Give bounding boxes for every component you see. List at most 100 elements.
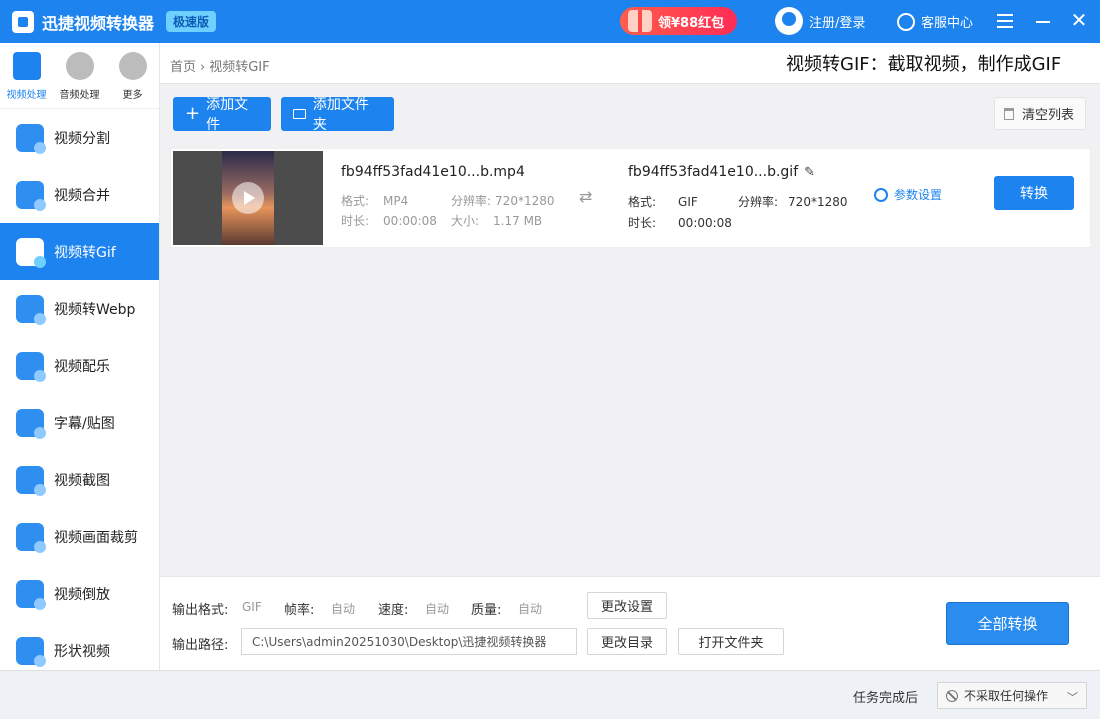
video-thumbnail[interactable]: [173, 151, 323, 245]
quality-value: 自动: [518, 602, 543, 616]
output-format-label: 输出格式:: [172, 603, 229, 618]
tab-video-processing[interactable]: 视频处理: [0, 43, 53, 108]
sidebar-item-subtitle-sticker[interactable]: 字幕/贴图: [0, 394, 159, 451]
speed-value: 自动: [425, 602, 450, 616]
gif-icon: [16, 237, 46, 268]
meta-value: 00:00:08: [383, 214, 437, 228]
meta-label: 分辨率:: [451, 194, 492, 208]
sidebar-item-label: 视频合并: [54, 187, 110, 204]
play-icon[interactable]: [232, 182, 264, 214]
gift-icon: [628, 10, 652, 32]
tab-more[interactable]: 更多: [106, 43, 159, 108]
meta-value: 00:00:08: [678, 216, 732, 230]
add-file-button[interactable]: + 添加文件: [173, 97, 271, 133]
sidebar-item-video-to-webp[interactable]: 视频转Webp: [0, 280, 159, 337]
source-format: 格式: MP4: [341, 192, 408, 209]
source-resolution: 分辨率: 720*1280: [451, 192, 555, 209]
meta-value: 720*1280: [495, 194, 555, 208]
tab-label: 更多: [122, 90, 143, 101]
sidebar-item-label: 视频转Gif: [54, 244, 116, 261]
output-options-panel: 输出格式: GIF 帧率: 自动 速度: 自动 质量: 自动 更改设置 输出路径…: [160, 576, 1100, 670]
video-split-icon: [16, 123, 46, 154]
settings-label: 参数设置: [894, 188, 943, 202]
shuffle-icon: ⇄: [579, 187, 593, 206]
after-completion-label: 任务完成后: [853, 691, 919, 706]
video-processing-icon: [12, 52, 41, 80]
clear-list-button[interactable]: 清空列表: [994, 97, 1086, 130]
minimize-icon[interactable]: [1036, 21, 1050, 23]
service-label: 客服中心: [921, 16, 974, 31]
after-completion-select[interactable]: 不采取任何操作 ﹀: [937, 682, 1087, 709]
breadcrumb: 首页 › 视频转GIF: [170, 56, 270, 75]
reverse-icon: [16, 579, 46, 610]
fps-label: 帧率:: [284, 603, 315, 618]
convert-all-button[interactable]: 全部转换: [946, 602, 1069, 645]
meta-label: 格式:: [628, 195, 657, 209]
meta-value: 1.17 MB: [493, 214, 543, 228]
sidebar-item-video-to-gif[interactable]: 视频转Gif: [0, 223, 159, 280]
webp-icon: [16, 294, 46, 325]
add-folder-label: 添加文件夹: [312, 97, 369, 133]
sidebar-item-video-music[interactable]: 视频配乐: [0, 337, 159, 394]
meta-value: GIF: [678, 195, 698, 209]
shape-icon: [16, 636, 46, 667]
sidebar-item-video-merge[interactable]: 视频合并: [0, 166, 159, 223]
open-folder-button[interactable]: 打开文件夹: [678, 628, 784, 655]
change-directory-button[interactable]: 更改目录: [587, 628, 667, 655]
app-title: 迅捷视频转换器: [42, 13, 155, 33]
file-row: fb94ff53fad41e10...b.mp4 格式: MP4 分辨率: 720*…: [170, 148, 1091, 248]
more-icon: [118, 52, 147, 80]
output-format-value: GIF: [242, 600, 262, 614]
video-merge-icon: [16, 180, 46, 211]
status-bar: 任务完成后 不采取任何操作 ﹀: [0, 670, 1100, 719]
meta-label: 格式:: [341, 194, 370, 208]
output-path-label: 输出路径:: [172, 638, 229, 653]
after-completion-value: 不采取任何操作: [964, 689, 1049, 703]
chevron-down-icon: ﹀: [1067, 691, 1078, 704]
meta-label: 分辨率:: [738, 195, 779, 209]
customer-service-button[interactable]: 客服中心: [897, 12, 973, 31]
add-folder-button[interactable]: 添加文件夹: [281, 97, 394, 133]
category-tabs: 视频处理 音频处理 更多: [0, 43, 159, 109]
fps-value: 自动: [331, 602, 356, 616]
sidebar-item-label: 视频分割: [54, 130, 110, 147]
output-format: 格式: GIF: [628, 193, 698, 210]
headset-icon: [897, 12, 915, 31]
output-path-field[interactable]: C:\Users\admin20251030\Desktop\迅捷视频转换器: [241, 628, 577, 655]
sidebar-item-label: 视频转Webp: [54, 301, 136, 318]
music-icon: [16, 351, 46, 382]
avatar: [775, 7, 803, 35]
convert-button[interactable]: 转换: [994, 176, 1074, 210]
tab-audio-processing[interactable]: 音频处理: [53, 43, 106, 108]
tab-label: 音频处理: [59, 90, 100, 101]
audio-processing-icon: [65, 52, 94, 80]
speed-label: 速度:: [378, 603, 409, 618]
sidebar-item-video-screenshot[interactable]: 视频截图: [0, 451, 159, 508]
output-file-label: fb94ff53fad41e10...b.gif: [628, 164, 799, 180]
tab-label: 视频处理: [6, 90, 47, 101]
output-resolution: 分辨率: 720*1280: [738, 193, 848, 210]
menu-icon[interactable]: [997, 14, 1013, 28]
edit-icon[interactable]: ✎: [804, 165, 815, 180]
sidebar-item-video-crop[interactable]: 视频画面裁剪: [0, 508, 159, 565]
change-settings-button[interactable]: 更改设置: [587, 592, 667, 619]
source-duration: 时长: 00:00:08: [341, 212, 437, 229]
promo-button[interactable]: 领¥88红包: [620, 7, 737, 35]
login-button[interactable]: 注册/登录: [775, 7, 865, 35]
edition-badge: 极速版: [166, 11, 217, 32]
close-icon[interactable]: ✕: [1070, 10, 1088, 30]
meta-label: 时长:: [341, 214, 370, 228]
clear-list-label: 清空列表: [1022, 108, 1075, 123]
parameter-settings-link[interactable]: 参数设置: [874, 186, 942, 203]
page-title: 视频转GIF：截取视频，制作成GIF: [786, 54, 1062, 75]
sidebar-item-video-reverse[interactable]: 视频倒放: [0, 565, 159, 622]
sidebar-item-label: 视频截图: [54, 472, 110, 489]
sidebar-item-label: 形状视频: [54, 643, 110, 660]
sidebar-item-video-split[interactable]: 视频分割: [0, 109, 159, 166]
breadcrumb-home[interactable]: 首页: [170, 60, 196, 75]
source-size: 大小: 1.17 MB: [451, 212, 542, 229]
file-list-area: + 添加文件 添加文件夹 清空列表 fb94ff53fad41e10...b.m…: [160, 84, 1100, 576]
source-file-name: fb94ff53fad41e10...b.mp4: [341, 164, 525, 180]
sidebar-item-label: 视频画面裁剪: [54, 529, 138, 546]
meta-value: 720*1280: [788, 195, 848, 209]
